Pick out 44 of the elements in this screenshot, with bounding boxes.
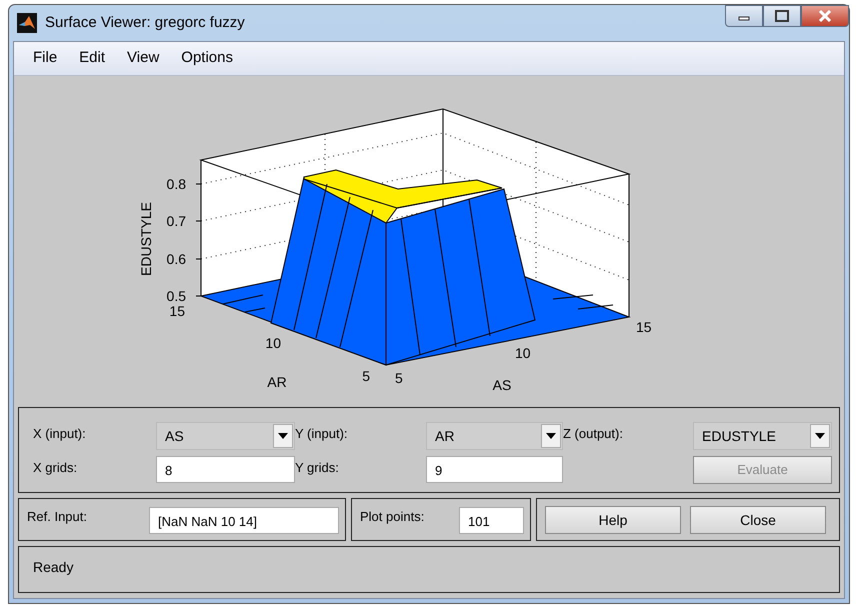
field-label: Z (output): xyxy=(563,425,624,443)
tick-label: 5 xyxy=(395,370,403,386)
field-label: Plot points: xyxy=(360,508,424,526)
tick-label: 5 xyxy=(362,368,370,384)
axis-label: EDUSTYLE xyxy=(138,202,154,276)
maximize-button[interactable] xyxy=(763,5,801,27)
window-title: Surface Viewer: gregorc fuzzy xyxy=(45,12,245,33)
tick-label: 10 xyxy=(265,335,281,351)
dropdown[interactable]: AR xyxy=(426,422,563,450)
dialog-button[interactable]: Help xyxy=(545,506,681,534)
status-text: Ready xyxy=(18,546,840,593)
input-field[interactable]: 9 xyxy=(426,456,563,483)
field-label: X grids: xyxy=(33,459,78,477)
dialog-button[interactable]: Close xyxy=(690,506,826,534)
maximize-icon xyxy=(775,10,789,22)
tick-label: 15 xyxy=(169,303,185,319)
close-icon xyxy=(818,10,832,22)
app-icon xyxy=(17,13,37,33)
field-label: Ref. Input: xyxy=(27,508,87,526)
dropdown[interactable]: AS xyxy=(156,422,295,450)
dropdown[interactable]: EDUSTYLE xyxy=(693,422,832,450)
tick-label: 15 xyxy=(636,319,652,335)
tick-label: 10 xyxy=(515,345,531,361)
minimize-button[interactable] xyxy=(725,5,763,27)
menu-item[interactable]: Edit xyxy=(68,47,116,70)
tick-label: 0.7 xyxy=(166,213,186,229)
tick-label: 0.5 xyxy=(166,288,186,304)
tick-label: 0.8 xyxy=(166,176,186,192)
axis-label: AR xyxy=(267,374,287,390)
menu-item[interactable]: File xyxy=(22,47,68,70)
field-label: Y (input): xyxy=(295,425,349,443)
field-label: X (input): xyxy=(33,425,87,443)
field-label: Y grids: xyxy=(295,459,340,477)
caret-icon xyxy=(546,433,556,439)
tick-label: 0.6 xyxy=(166,251,186,267)
input-field[interactable]: 8 xyxy=(156,456,295,483)
input-field[interactable]: 101 xyxy=(459,507,524,534)
caret-icon xyxy=(815,433,825,439)
close-button[interactable] xyxy=(801,5,849,27)
input-field[interactable]: [NaN NaN 10 14] xyxy=(149,507,339,534)
menu-item[interactable]: Options xyxy=(170,47,244,70)
caret-icon xyxy=(278,433,288,439)
menu-item[interactable]: View xyxy=(116,47,170,70)
axis-label: AS xyxy=(492,377,512,393)
